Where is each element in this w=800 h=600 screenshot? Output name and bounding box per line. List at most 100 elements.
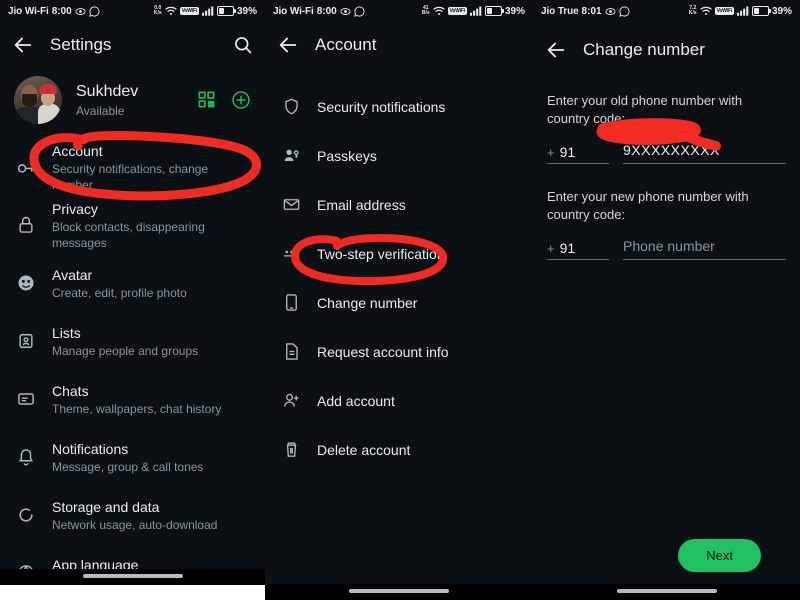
old-phone-input[interactable]: 9XXXXXXXXX (623, 142, 786, 164)
screenshot-edge-strip (0, 585, 265, 600)
status-bar-settings: Jio Wi-Fi 8:00 0.0 K/s VoWiFi 39% (0, 0, 265, 22)
whatsapp-icon (618, 5, 630, 17)
qr-code-icon[interactable] (197, 90, 217, 110)
gesture-pill[interactable] (82, 574, 183, 578)
trash-icon (265, 440, 317, 459)
gesture-nav-bar (265, 584, 533, 600)
two-step-icon (265, 244, 317, 263)
sidebar-item-chats[interactable]: Chats Theme, wallpapers, chat history (0, 370, 265, 428)
lock-icon (0, 215, 52, 235)
gesture-nav-bar (0, 569, 265, 585)
old-number-label: Enter your old phone number with country… (547, 93, 743, 126)
carrier-label: Jio True (541, 5, 579, 17)
status-bar-right: 0.0 K/s VoWiFi 39% (154, 6, 257, 17)
new-country-code-input[interactable]: + 91 (547, 240, 609, 260)
clock-label: 8:00 (51, 5, 72, 17)
sidebar-item-sublabel: Network usage, auto-download (52, 517, 218, 532)
sidebar-item-label: Storage and data (52, 498, 160, 515)
account-item-request-account-info[interactable]: Request account info (265, 327, 533, 376)
network-speed-icon: 41 B/s (421, 5, 430, 16)
screenshot-stage: Jio Wi-Fi 8:00 0.0 K/s VoWiFi 39% Settin… (0, 0, 800, 600)
next-button[interactable]: Next (678, 539, 761, 572)
eye-icon (75, 6, 86, 17)
page-title: Change number (583, 40, 705, 59)
account-item-label: Change number (317, 294, 418, 311)
status-bar-right: 41 B/s VoWiFi 39% (422, 6, 525, 17)
gesture-pill[interactable] (349, 589, 449, 593)
carrier-label: Jio Wi-Fi (273, 5, 314, 17)
sidebar-item-sublabel: Block contacts, disappearing messages (52, 219, 205, 250)
sidebar-item-privacy[interactable]: Privacy Block contacts, disappearing mes… (0, 196, 265, 254)
sidebar-item-storage[interactable]: Storage and data Network usage, auto-dow… (0, 486, 265, 544)
account-item-two-step-verification[interactable]: Two-step verification (265, 229, 533, 278)
next-button-wrap: Next (678, 539, 761, 572)
wifi-icon (433, 6, 445, 16)
account-list: Security notifications Passkeys Email ad… (265, 68, 533, 474)
storage-icon (0, 505, 52, 525)
email-icon (265, 195, 317, 214)
country-code-value: 91 (559, 144, 576, 160)
vowifi-badge: VoWiFi (714, 7, 734, 15)
sidebar-item-sublabel: Message, group & call tones (52, 459, 204, 474)
arrow-back-icon[interactable] (545, 39, 567, 61)
settings-screen: Jio Wi-Fi 8:00 0.0 K/s VoWiFi 39% Settin… (0, 0, 265, 600)
account-item-security-notifications[interactable]: Security notifications (265, 82, 533, 131)
status-bar-right: 7.2 K/s VoWiFi 39% (689, 6, 792, 17)
sidebar-item-avatar[interactable]: Avatar Create, edit, profile photo (0, 254, 265, 312)
bell-icon (0, 447, 52, 467)
account-item-label: Request account info (317, 343, 449, 360)
sidebar-item-sublabel: Security notifications, change number (52, 161, 209, 192)
account-item-change-number[interactable]: Change number (265, 278, 533, 327)
account-item-add-account[interactable]: Add account (265, 376, 533, 425)
sidebar-item-account[interactable]: Account Security notifications, change n… (0, 138, 265, 196)
clock-label: 8:01 (581, 5, 602, 17)
profile-row[interactable]: Sukhdev Available (0, 68, 265, 138)
wifi-icon (700, 6, 712, 16)
new-number-field-row: + 91 Phone number (547, 238, 786, 260)
status-bar-left: Jio Wi-Fi 8:00 (273, 6, 365, 17)
account-item-email-address[interactable]: Email address (265, 180, 533, 229)
country-code-plus: + (547, 145, 555, 160)
arrow-back-icon[interactable] (12, 34, 34, 56)
battery-percent: 39% (771, 5, 792, 17)
wifi-icon (165, 6, 177, 16)
add-circle-icon[interactable] (231, 90, 251, 110)
page-title: Settings (50, 35, 112, 54)
status-bar-left: Jio Wi-Fi 8:00 (8, 6, 100, 17)
profile-status: Available (76, 103, 125, 118)
profile-name: Sukhdev (76, 82, 139, 100)
signal-icon (201, 6, 214, 16)
clock-label: 8:00 (316, 5, 337, 17)
form-spacer (547, 168, 786, 188)
search-icon[interactable] (233, 35, 253, 55)
country-code-value: 91 (559, 240, 576, 256)
account-item-label: Passkeys (317, 147, 377, 164)
avatar-icon (0, 273, 52, 293)
battery-percent: 39% (236, 5, 257, 17)
battery-icon (216, 6, 236, 16)
battery-percent: 39% (504, 5, 525, 17)
sidebar-item-label: Account (52, 142, 103, 159)
new-phone-placeholder: Phone number (623, 238, 715, 254)
avatar[interactable] (14, 76, 62, 124)
eye-icon (340, 6, 351, 17)
gesture-nav-bar (533, 584, 800, 600)
new-phone-input[interactable]: Phone number (623, 238, 786, 260)
account-screen: Jio Wi-Fi 8:00 41 B/s VoWiFi 39% Account… (265, 0, 533, 600)
sidebar-item-sublabel: Manage people and groups (52, 343, 199, 358)
old-country-code-input[interactable]: + 91 (547, 144, 609, 164)
document-icon (265, 342, 317, 361)
account-item-passkeys[interactable]: Passkeys (265, 131, 533, 180)
gesture-pill[interactable] (616, 589, 717, 593)
sidebar-item-notifications[interactable]: Notifications Message, group & call tone… (0, 428, 265, 486)
arrow-back-icon[interactable] (277, 34, 299, 56)
account-item-label: Security notifications (317, 98, 446, 115)
account-item-delete-account[interactable]: Delete account (265, 425, 533, 474)
sidebar-item-label: Privacy (52, 200, 98, 217)
network-speed-icon: 7.2 K/s (688, 5, 697, 16)
eye-icon (605, 6, 616, 17)
sidebar-item-lists[interactable]: Lists Manage people and groups (0, 312, 265, 370)
profile-text: Sukhdev Available (76, 82, 183, 119)
settings-list: Account Security notifications, change n… (0, 138, 265, 600)
old-number-field-row: + 91 9XXXXXXXXX (547, 142, 786, 164)
